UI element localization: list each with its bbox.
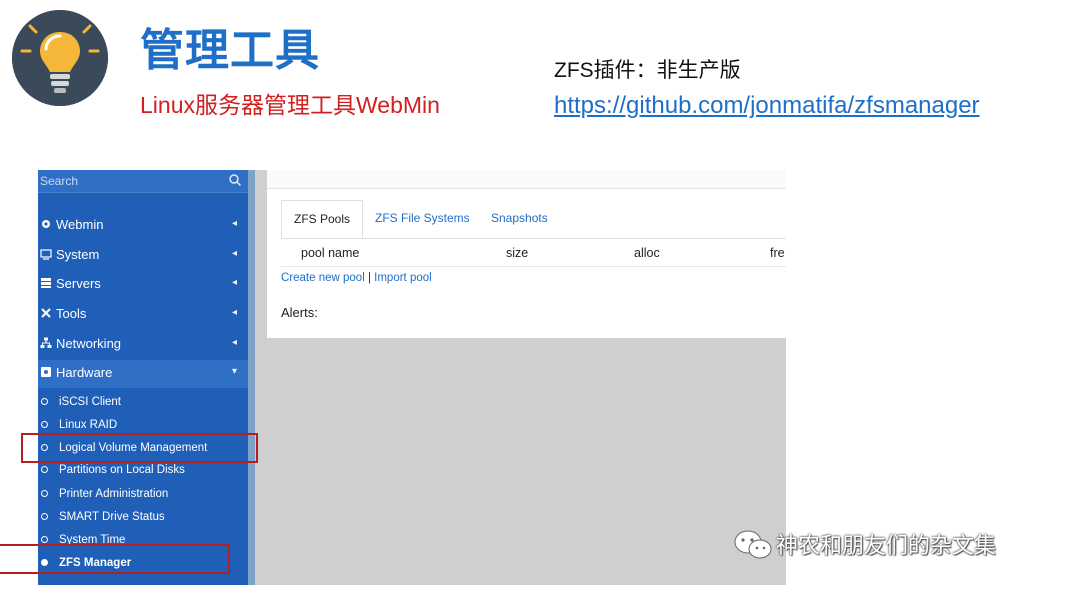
zfsmanager-link[interactable]: https://github.com/jonmatifa/zfsmanager [554, 92, 980, 120]
sidebar-subitem-label: Partitions on Local Disks [59, 464, 185, 476]
search-placeholder: Search [40, 174, 79, 188]
watermark-text: 神农和朋友们的杂文集 [776, 533, 997, 558]
chevron-left-icon: ◂ [232, 218, 238, 229]
sidebar-item-servers[interactable]: Servers ◂ [38, 271, 248, 297]
gear-icon [42, 220, 50, 228]
sidebar-item-tools[interactable]: Tools ◂ [38, 301, 248, 327]
column-header-free: fre [770, 246, 785, 260]
circle-bullet-icon [41, 398, 48, 405]
search-icon[interactable] [228, 173, 242, 187]
sidebar-subitem-label: iSCSI Client [59, 396, 121, 408]
sidebar-subitem-partitions[interactable]: Partitions on Local Disks [38, 460, 248, 482]
sidebar-search[interactable]: Search [38, 170, 248, 193]
circle-bullet-icon [41, 466, 48, 473]
lightbulb-icon [12, 10, 108, 106]
link-separator: | [367, 272, 371, 284]
highlight-box-lvm [21, 433, 258, 463]
chevron-left-icon: ◂ [232, 248, 238, 259]
monitor-icon [40, 249, 52, 260]
column-header-size: size [506, 246, 529, 260]
circle-bullet-icon [41, 490, 48, 497]
sidebar-item-label: Hardware [56, 365, 113, 380]
hardware-icon [41, 367, 51, 377]
server-icon [41, 278, 51, 288]
sidebar: Search Webmin ◂ System ◂ Servers ◂ Tools… [38, 170, 248, 585]
table-divider [281, 266, 786, 267]
chevron-left-icon: ◂ [232, 307, 238, 318]
sidebar-item-label: Webmin [56, 217, 104, 232]
create-pool-link[interactable]: Create new pool [281, 272, 365, 284]
sidebar-subitem-label: SMART Drive Status [59, 511, 165, 523]
column-header-pool-name: pool name [301, 246, 360, 260]
webmin-screenshot: Search Webmin ◂ System ◂ Servers ◂ Tools… [38, 170, 786, 585]
sidebar-subitem-label: Printer Administration [59, 488, 169, 500]
alerts-label: Alerts: [281, 305, 318, 320]
circle-bullet-icon [41, 536, 48, 543]
network-icon [40, 337, 52, 348]
import-pool-link[interactable]: Import pool [374, 272, 432, 284]
sidebar-item-networking[interactable]: Networking ◂ [38, 331, 248, 357]
sidebar-subitem-printer-admin[interactable]: Printer Administration [38, 484, 248, 506]
chevron-down-icon: ▾ [232, 366, 238, 377]
zfs-content-panel: ZFS Pools ZFS File Systems Snapshots poo… [267, 170, 786, 338]
sidebar-item-label: System [56, 247, 100, 262]
sidebar-subitem-smart-drive[interactable]: SMART Drive Status [38, 507, 248, 529]
sidebar-item-label: Servers [56, 276, 101, 291]
wrench-icon [41, 308, 51, 318]
chevron-left-icon: ◂ [232, 337, 238, 348]
slide-subtitle: Linux服务器管理工具WebMin [140, 92, 440, 118]
sidebar-item-label: Networking [56, 336, 122, 351]
chevron-left-icon: ◂ [232, 277, 238, 288]
sidebar-subitem-iscsi-client[interactable]: iSCSI Client [38, 392, 248, 414]
tabs-divider [281, 238, 786, 239]
sidebar-item-system[interactable]: System ◂ [38, 242, 248, 268]
circle-bullet-icon [41, 513, 48, 520]
sidebar-item-label: Tools [56, 306, 87, 321]
circle-bullet-icon [41, 421, 48, 428]
highlight-box-zfs-manager [0, 544, 230, 574]
sidebar-scrollbar[interactable] [248, 170, 255, 585]
tab-snapshots[interactable]: Snapshots [491, 200, 548, 236]
tab-zfs-pools[interactable]: ZFS Pools [281, 200, 364, 238]
sidebar-item-hardware[interactable]: Hardware ▾ [38, 360, 248, 388]
slide-title: 管理工具 [140, 26, 320, 75]
lightbulb-logo [12, 10, 108, 106]
plugin-note: ZFS插件：非生产版 [554, 59, 741, 82]
pool-actions: Create new pool | Import pool [281, 272, 432, 284]
column-header-alloc: alloc [634, 246, 660, 260]
tab-zfs-file-systems[interactable]: ZFS File Systems [375, 200, 470, 236]
sidebar-item-webmin[interactable]: Webmin ◂ [38, 212, 248, 238]
sidebar-subitem-label: Linux RAID [59, 419, 118, 431]
content-header-bar [267, 170, 786, 189]
wechat-icon [734, 530, 772, 559]
